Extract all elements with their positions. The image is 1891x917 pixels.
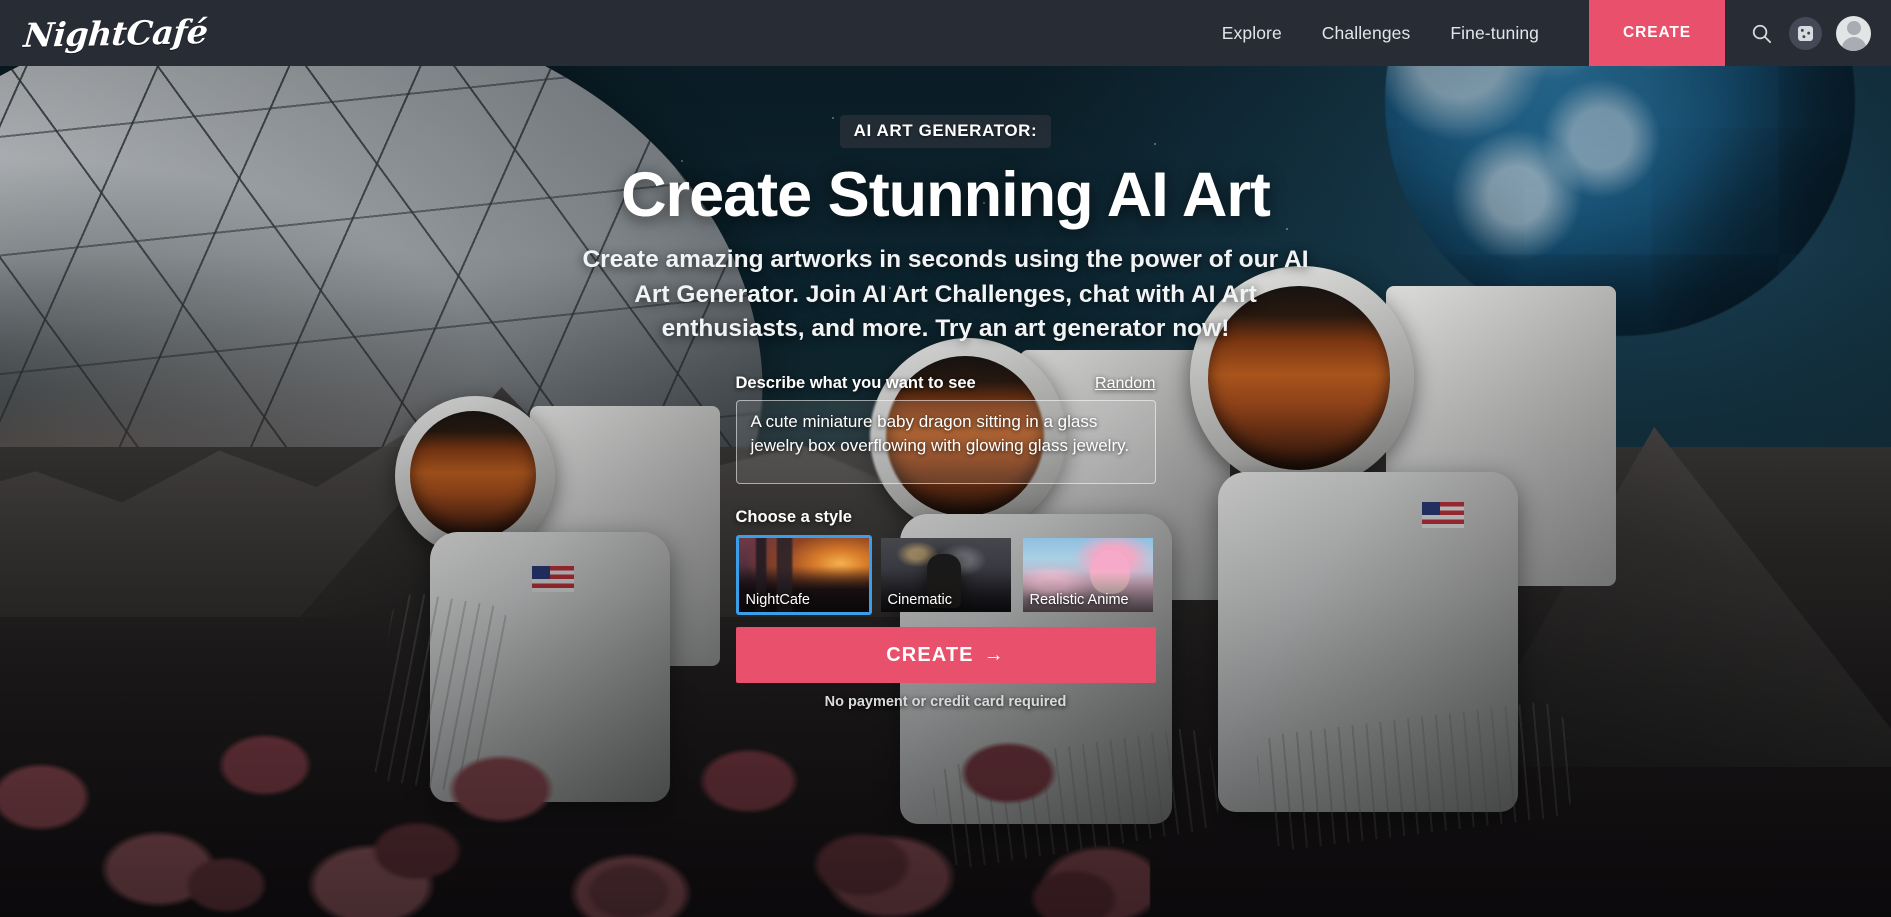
avatar-head [1846,20,1861,35]
style-card-realistic-anime[interactable]: Realistic Anime [1020,535,1156,615]
prompt-label: Describe what you want to see [735,374,976,393]
hero-section: AI ART GENERATOR: Create Stunning AI Art… [0,66,1891,917]
create-submit-label: CREATE [886,643,974,666]
search-icon[interactable] [1739,11,1783,55]
avatar-body [1841,36,1866,51]
style-card-label: Realistic Anime [1029,592,1129,609]
prompt-input[interactable] [735,400,1156,485]
hero-content: AI ART GENERATOR: Create Stunning AI Art… [0,66,1891,917]
style-card-label: NightCafe [745,592,810,609]
page-title: Create Stunning AI Art [621,160,1271,230]
header-create-button[interactable]: CREATE [1589,0,1725,66]
nav-item-challenges[interactable]: Challenges [1302,23,1431,44]
nav-item-explore[interactable]: Explore [1202,23,1302,44]
site-header: NightCafé Explore Challenges Fine-tuning… [0,0,1891,66]
style-label: Choose a style [735,508,852,527]
user-avatar[interactable] [1836,15,1871,51]
payment-note: No payment or credit card required [824,694,1067,711]
random-prompt-link[interactable]: Random [1095,375,1155,393]
brand-logo[interactable]: NightCafé [22,12,209,55]
main-nav: Explore Challenges Fine-tuning CREATE [1202,0,1891,66]
prompt-label-row: Describe what you want to see Random [736,374,1156,393]
hero-subtitle: Create amazing artworks in seconds using… [582,245,1309,343]
page-root: NightCafé Explore Challenges Fine-tuning… [0,0,1891,917]
style-card-cinematic[interactable]: Cinematic [878,535,1014,615]
generator-form: Describe what you want to see Random Cho… [735,374,1156,711]
style-card-nightcafe[interactable]: NightCafe [735,535,872,616]
arrow-right-icon: → [983,643,1005,666]
hero-eyebrow-badge: AI ART GENERATOR: [839,115,1052,148]
style-card-label: Cinematic [887,592,952,609]
dice-icon[interactable] [1789,16,1822,50]
style-picker: NightCafe Cinematic Realistic Anime [735,535,1156,616]
nav-item-fine-tuning[interactable]: Fine-tuning [1430,23,1559,44]
create-submit-button[interactable]: CREATE → [735,627,1156,684]
